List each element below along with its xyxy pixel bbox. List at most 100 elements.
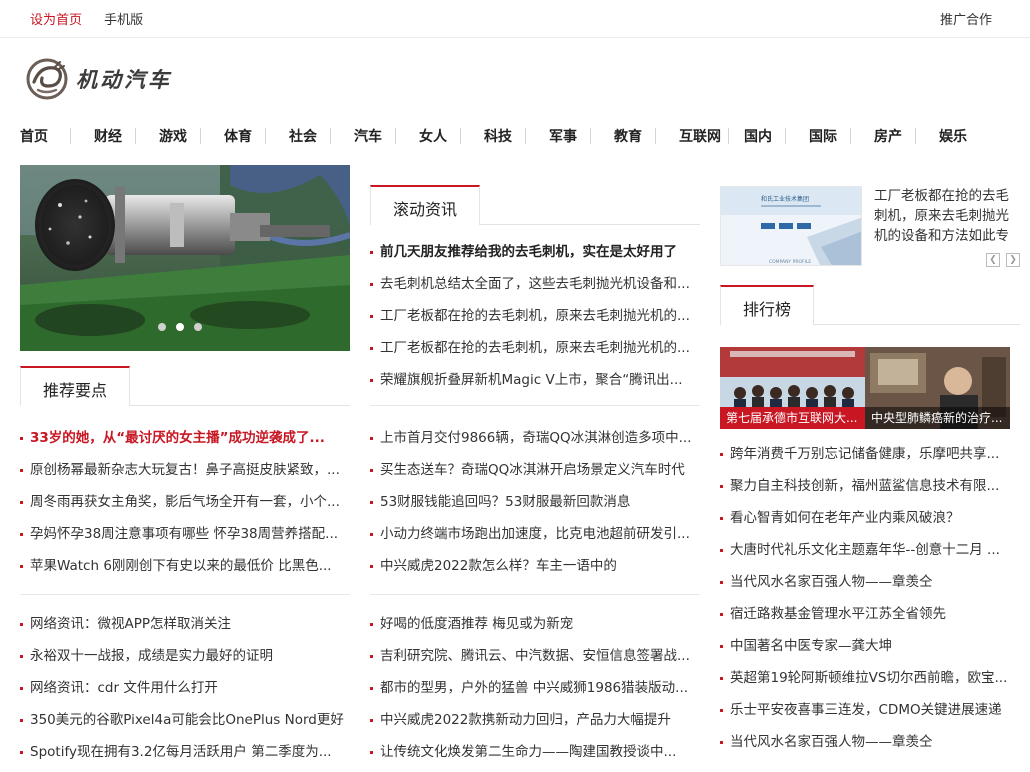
list-item[interactable]: 原创杨幂最新杂志大玩复古！鼻子高挺皮肤紧致，...: [20, 454, 350, 486]
promotion-link[interactable]: 推广合作: [940, 9, 992, 28]
set-homepage-link[interactable]: 设为首页: [30, 13, 82, 28]
list-item[interactable]: 英超第19轮阿斯顿维拉VS切尔西前瞻，欧宝...: [720, 662, 1012, 694]
list-item[interactable]: 苹果Watch 6刚刚创下有史以来的最低价 比黑色...: [20, 550, 350, 582]
list-item[interactable]: 中国著名中医专家—龚大坤: [720, 630, 1012, 662]
mobile-version-link[interactable]: 手机版: [104, 13, 143, 28]
recommend-list-1: 33岁的她，从“最讨厌的女主播”成功逆袭成了... 原创杨幂最新杂志大玩复古！鼻…: [20, 422, 350, 582]
slider-dots: [158, 323, 202, 331]
nav-divider: [915, 128, 916, 144]
slider-dot[interactable]: [158, 323, 166, 331]
rolling-list-3: 好喝的低度酒推荐 梅见或为新宠 吉利研究院、腾讯云、中汽数据、安恒信息签署战..…: [370, 608, 700, 768]
list-item[interactable]: 吉利研究院、腾讯云、中汽数据、安恒信息签署战...: [370, 640, 700, 672]
top-bar: 设为首页 手机版 推广合作: [0, 0, 1030, 38]
nav-item-realestate[interactable]: 房产: [874, 126, 902, 146]
ranking-caption: 中央型肺鳞癌新的治疗...: [865, 407, 1010, 429]
nav-divider: [850, 128, 851, 144]
tab-rolling-news[interactable]: 滚动资讯: [370, 185, 481, 225]
side-feature[interactable]: 和氏工业技术集团 COMPANY PROFILE 工厂老板都在抢的去毛刺机，原来…: [720, 186, 1020, 270]
nav-divider: [395, 128, 396, 144]
nav-item-international[interactable]: 国际: [809, 126, 837, 146]
nav-divider: [785, 128, 786, 144]
list-item[interactable]: 中兴威虎2022款携新动力回归，产品力大幅提升: [370, 704, 700, 736]
list-item[interactable]: 当代风水名家百强人物——章羡仝: [720, 566, 1012, 598]
list-item[interactable]: 33岁的她，从“最讨厌的女主播”成功逆袭成了...: [20, 422, 350, 454]
nav-item-women[interactable]: 女人: [419, 126, 447, 146]
nav-divider: [135, 128, 136, 144]
side-feature-thumbnail[interactable]: 和氏工业技术集团 COMPANY PROFILE: [720, 186, 862, 266]
list-item[interactable]: 350美元的谷歌Pixel4a可能会比OnePlus Nord更好: [20, 704, 350, 736]
main-nav: 首页 财经 游戏 体育 社会 汽车 女人 科技 军事 教育 互联网 国内 国际 …: [0, 122, 1030, 148]
nav-divider: [70, 128, 71, 144]
side-feature-text[interactable]: 工厂老板都在抢的去毛刺机，原来去毛刺抛光机的设备和方法如此专: [874, 186, 1020, 246]
list-item[interactable]: 荣耀旗舰折叠屏新机Magic V上市，聚合“腾讯出...: [370, 364, 700, 396]
nav-divider: [655, 128, 656, 144]
list-item[interactable]: 中兴威虎2022款怎么样？车主一语中的: [370, 550, 700, 582]
nav-item-sports[interactable]: 体育: [224, 126, 252, 146]
list-item[interactable]: 大唐时代礼乐文化主题嘉年华--创意十二月 ...: [720, 534, 1012, 566]
list-item[interactable]: 工厂老板都在抢的去毛刺机，原来去毛刺抛光机的...: [370, 300, 700, 332]
recommend-list-2: 网络资讯：微视APP怎样取消关注 永裕双十一战报，成绩是实力最好的证明 网络资讯…: [20, 608, 350, 768]
list-divider: [370, 405, 700, 406]
nav-item-tech[interactable]: 科技: [484, 126, 512, 146]
list-item[interactable]: 孕妈怀孕38周注意事项有哪些 怀孕38周营养搭配...: [20, 518, 350, 550]
nav-item-home[interactable]: 首页: [20, 126, 48, 146]
nav-item-internet[interactable]: 互联网: [679, 126, 721, 146]
list-item[interactable]: 当代风水名家百强人物——章羡仝: [720, 726, 1012, 758]
list-item[interactable]: 乐士平安夜喜事三连发，CDMO关键进展速递: [720, 694, 1012, 726]
list-item[interactable]: 都市的型男，户外的猛兽 中兴威狮1986猎装版动...: [370, 672, 700, 704]
list-item[interactable]: 好喝的低度酒推荐 梅见或为新宠: [370, 608, 700, 640]
nav-item-games[interactable]: 游戏: [159, 126, 187, 146]
ranking-list: 跨年消费千万别忘记储备健康，乐摩吧共享... 聚力自主科技创新，福州蓝鲨信息技术…: [720, 438, 1012, 758]
nav-item-education[interactable]: 教育: [614, 126, 642, 146]
nav-divider: [728, 128, 729, 144]
nav-item-finance[interactable]: 财经: [94, 126, 122, 146]
nav-divider: [330, 128, 331, 144]
slider-dot[interactable]: [194, 323, 202, 331]
site-logo[interactable]: 机动汽车: [24, 56, 172, 102]
list-item[interactable]: 让传统文化焕发第二生命力——陶建国教授谈中...: [370, 736, 700, 768]
list-divider: [20, 594, 350, 595]
nav-divider: [460, 128, 461, 144]
list-item[interactable]: 聚力自主科技创新，福州蓝鲨信息技术有限...: [720, 470, 1012, 502]
list-divider: [370, 594, 700, 595]
tab-ranking[interactable]: 排行榜: [720, 285, 815, 325]
nav-item-military[interactable]: 军事: [549, 126, 577, 146]
company-profile-image: 和氏工业技术集团 COMPANY PROFILE: [721, 187, 861, 265]
arrow-left-icon[interactable]: ❮: [986, 253, 1000, 267]
dragon-emblem-icon: [26, 58, 68, 100]
list-item[interactable]: 周冬雨再获女主角奖，影后气场全开有一套，小个...: [20, 486, 350, 518]
arrow-right-icon[interactable]: ❯: [1006, 253, 1020, 267]
tab-recommend[interactable]: 推荐要点: [20, 366, 131, 406]
list-item[interactable]: 上市首月交付9866辆，奇瑞QQ冰淇淋创造多项中...: [370, 422, 700, 454]
rolling-list-2: 上市首月交付9866辆，奇瑞QQ冰淇淋创造多项中... 买生态送车？奇瑞QQ冰淇…: [370, 422, 700, 582]
ranking-image-strip[interactable]: 第七届承德市互联网大... 中央型肺鳞癌新的治疗...: [720, 347, 1010, 429]
thumb-title: 和氏工业技术集团: [761, 195, 809, 203]
nav-divider: [265, 128, 266, 144]
list-item[interactable]: 永裕双十一战报，成绩是实力最好的证明: [20, 640, 350, 672]
nav-divider: [200, 128, 201, 144]
list-item[interactable]: 宿迁路救基金管理水平江苏全省领先: [720, 598, 1012, 630]
list-item[interactable]: Spotify现在拥有3.2亿每月活跃用户 第二季度为...: [20, 736, 350, 768]
rolling-list-1: 前几天朋友推荐给我的去毛刺机，实在是太好用了 去毛刺机总结太全面了，这些去毛刺抛…: [370, 236, 700, 396]
nav-item-auto[interactable]: 汽车: [354, 126, 382, 146]
nav-item-society[interactable]: 社会: [289, 126, 317, 146]
list-item[interactable]: 网络资讯：cdr 文件用什么打开: [20, 672, 350, 704]
ranking-caption: 第七届承德市互联网大...: [720, 407, 865, 429]
list-item[interactable]: 看心智青如何在老年产业内乘风破浪？: [720, 502, 1012, 534]
list-item[interactable]: 前几天朋友推荐给我的去毛刺机，实在是太好用了: [370, 236, 700, 268]
nav-item-domestic[interactable]: 国内: [744, 126, 772, 146]
list-item[interactable]: 买生态送车？奇瑞QQ冰淇淋开启场景定义汽车时代: [370, 454, 700, 486]
slider-dot-active[interactable]: [176, 323, 184, 331]
list-item[interactable]: 工厂老板都在抢的去毛刺机，原来去毛刺抛光机的...: [370, 332, 700, 364]
nav-divider: [590, 128, 591, 144]
list-item[interactable]: 小动力终端市场跑出加速度，比克电池超前研发引...: [370, 518, 700, 550]
list-item[interactable]: 去毛刺机总结太全面了，这些去毛刺抛光机设备和...: [370, 268, 700, 300]
list-item[interactable]: 53财服钱能追回吗？53财服最新回款消息: [370, 486, 700, 518]
thumb-caption: COMPANY PROFILE: [769, 259, 811, 265]
nav-divider: [525, 128, 526, 144]
list-item[interactable]: 网络资讯：微视APP怎样取消关注: [20, 608, 350, 640]
nav-item-entertainment[interactable]: 娱乐: [939, 126, 967, 146]
image-slider[interactable]: [20, 165, 350, 351]
carousel-arrows: ❮ ❯: [986, 253, 1020, 267]
list-item[interactable]: 跨年消费千万别忘记储备健康，乐摩吧共享...: [720, 438, 1012, 470]
